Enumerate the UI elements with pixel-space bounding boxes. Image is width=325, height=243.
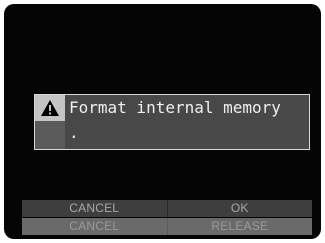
format-memory-dialog: Format internal memory . — [34, 94, 310, 150]
cancel-button-secondary[interactable]: CANCEL — [22, 218, 168, 235]
warning-icon-box — [35, 95, 65, 121]
camera-lcd-frame: Format internal memory . CANCEL OK CANCE… — [0, 0, 325, 243]
cancel-button[interactable]: CANCEL — [22, 200, 168, 217]
warning-triangle-icon — [41, 100, 59, 116]
button-bar-top: CANCEL OK — [22, 200, 312, 217]
dialog-message: Format internal memory — [69, 98, 281, 117]
camera-screen: Format internal memory . CANCEL OK CANCE… — [4, 4, 321, 239]
warning-icon-strip — [35, 121, 65, 149]
dialog-message-period: . — [69, 123, 79, 142]
button-bar-bottom: CANCEL RELEASE — [22, 218, 312, 235]
release-button[interactable]: RELEASE — [168, 218, 313, 235]
ok-button[interactable]: OK — [168, 200, 313, 217]
